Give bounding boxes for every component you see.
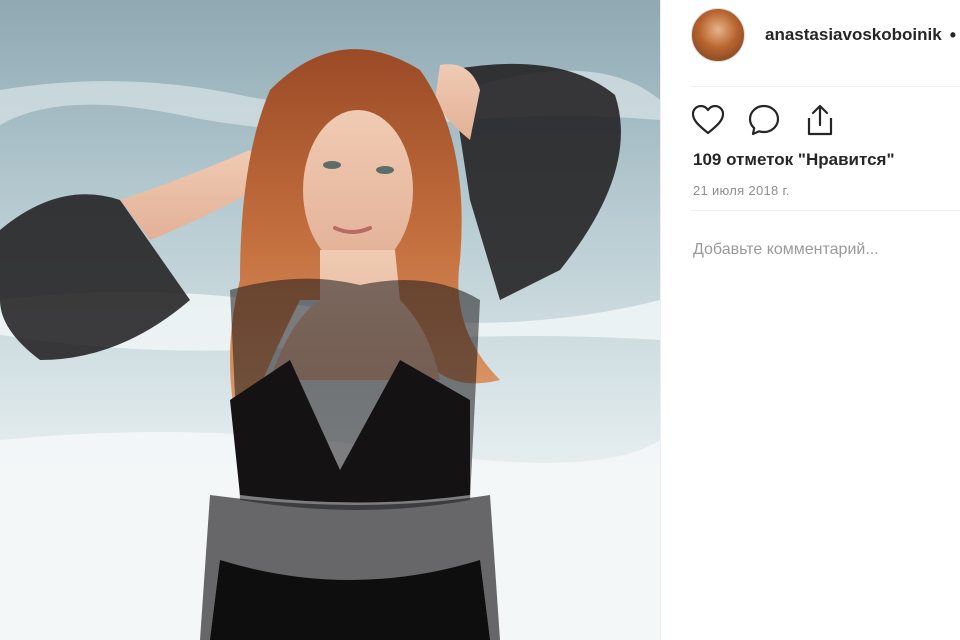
- heart-icon: [692, 105, 724, 135]
- comment-button[interactable]: [747, 103, 781, 137]
- share-icon: [807, 104, 833, 136]
- post-image: [0, 0, 660, 640]
- share-button[interactable]: [803, 103, 837, 137]
- action-bar: [691, 100, 837, 140]
- comment-icon: [748, 104, 780, 136]
- comment-input[interactable]: [693, 236, 943, 264]
- post-photo[interactable]: [0, 0, 660, 640]
- likes-count[interactable]: 109 отметок "Нравится": [693, 150, 895, 170]
- like-button[interactable]: [691, 103, 725, 137]
- separator-dot: •: [949, 24, 956, 45]
- comment-divider: [691, 210, 960, 211]
- post-date[interactable]: 21 июля 2018 г.: [693, 183, 790, 198]
- username-link[interactable]: anastasiavoskoboinik: [765, 25, 942, 45]
- post-header: anastasiavoskoboinik •: [691, 6, 960, 64]
- header-divider: [691, 86, 960, 87]
- post-sidebar: anastasiavoskoboinik • 109 отметок "Нрав…: [660, 0, 960, 640]
- avatar[interactable]: [691, 8, 745, 62]
